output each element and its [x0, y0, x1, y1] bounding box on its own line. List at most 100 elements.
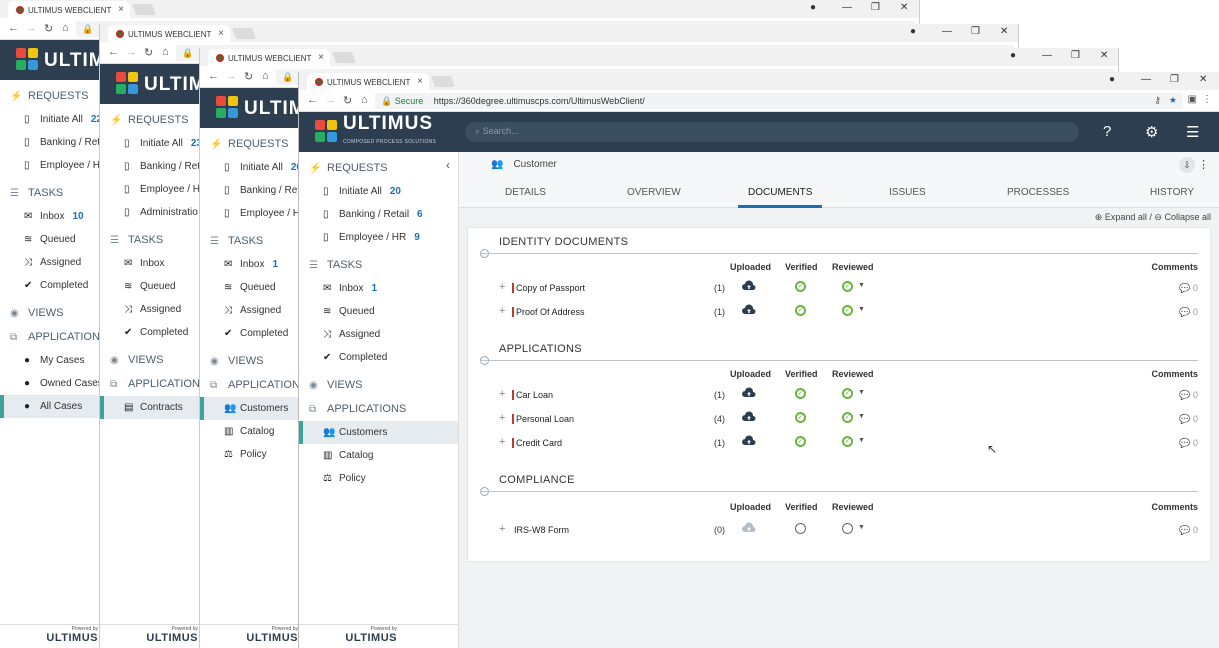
home-icon[interactable]: ⌂ — [361, 94, 368, 106]
profile-icon[interactable]: ● — [910, 26, 916, 37]
restore-icon[interactable]: ❐ — [1071, 50, 1080, 61]
chevron-down-icon[interactable]: ▼ — [858, 524, 865, 531]
close-window-icon[interactable]: ✕ — [1199, 74, 1207, 85]
comments-count[interactable]: 💬 0 — [1179, 414, 1198, 425]
collapse-sidebar-icon[interactable]: ‹ — [437, 154, 459, 176]
close-window-icon[interactable]: ✕ — [900, 2, 908, 13]
reload-icon[interactable]: ↻ — [343, 94, 352, 107]
expand-row-icon[interactable]: + — [499, 436, 505, 448]
close-tab-icon[interactable]: × — [318, 52, 324, 63]
chevron-down-icon[interactable]: ▼ — [858, 413, 865, 420]
home-icon[interactable]: ⌂ — [62, 22, 69, 34]
not-verified-circle-icon[interactable] — [795, 523, 806, 534]
restore-icon[interactable]: ❐ — [1170, 74, 1179, 85]
cloud-upload-icon[interactable] — [742, 522, 756, 534]
close-tab-icon[interactable]: × — [417, 76, 423, 87]
expand-row-icon[interactable]: + — [499, 305, 505, 317]
reviewed-check-icon[interactable]: ✓ — [842, 388, 853, 399]
reviewed-check-icon[interactable]: ✓ — [842, 281, 853, 292]
comments-count[interactable]: 💬 0 — [1179, 283, 1198, 294]
document-row[interactable]: + Personal Loan (4) ✓ ✓ ▼ 💬 0 — [480, 409, 1198, 433]
bookmark-star-icon[interactable]: ★ — [1169, 95, 1177, 106]
search-input[interactable]: ⌕ Search... — [465, 122, 1079, 142]
chevron-down-icon[interactable]: ▼ — [858, 437, 865, 444]
sidebar-item-completed[interactable]: ✔ Completed — [299, 346, 458, 369]
new-tab-button[interactable] — [231, 28, 257, 39]
kebab-menu-icon[interactable]: ⋮ — [1202, 94, 1212, 105]
verified-check-icon[interactable]: ✓ — [795, 436, 806, 447]
sidebar-item-banking-retail[interactable]: ▯ Banking / Retail 6 — [299, 203, 458, 226]
restore-icon[interactable]: ❐ — [871, 2, 880, 13]
verified-check-icon[interactable]: ✓ — [795, 388, 806, 399]
new-tab-button[interactable] — [430, 76, 456, 87]
chevron-down-icon[interactable]: ▼ — [858, 306, 865, 313]
browser-tab[interactable]: ULTIMUS WEBCLIENT × — [208, 49, 330, 66]
help-icon[interactable]: ? — [1103, 123, 1111, 140]
reviewed-check-icon[interactable]: ✓ — [842, 412, 853, 423]
reload-icon[interactable]: ↻ — [44, 22, 53, 35]
verified-check-icon[interactable]: ✓ — [795, 412, 806, 423]
verified-check-icon[interactable]: ✓ — [795, 305, 806, 316]
comments-count[interactable]: 💬 0 — [1179, 390, 1198, 401]
home-icon[interactable]: ⌂ — [162, 46, 169, 58]
sidebar-item-policy[interactable]: ⚖ Policy — [299, 467, 458, 490]
extension-icon[interactable]: ▣ — [1188, 94, 1197, 105]
forward-icon[interactable]: → — [126, 46, 137, 58]
more-vertical-icon[interactable]: ⋮ — [1198, 158, 1209, 171]
close-window-icon[interactable]: ✕ — [1100, 50, 1108, 61]
comments-count[interactable]: 💬 0 — [1179, 307, 1198, 318]
cloud-upload-icon[interactable] — [742, 304, 756, 316]
download-icon[interactable]: ⇩ — [1179, 157, 1195, 173]
tab-details[interactable]: DETAILS — [505, 187, 546, 198]
document-row[interactable]: + Car Loan (1) ✓ ✓ ▼ 💬 0 — [480, 385, 1198, 409]
chevron-down-icon[interactable]: ▼ — [858, 282, 865, 289]
home-icon[interactable]: ⌂ — [262, 70, 269, 82]
cloud-upload-icon[interactable] — [742, 387, 756, 399]
tab-history[interactable]: HISTORY — [1150, 187, 1194, 198]
browser-tab[interactable]: ULTIMUS WEBCLIENT × — [108, 25, 230, 42]
close-window-icon[interactable]: ✕ — [1000, 26, 1008, 37]
address-field[interactable]: 🔒 Secure https://360degree.ultimuscps.co… — [375, 93, 1183, 109]
sidebar-item-employee-hr[interactable]: ▯ Employee / HR 9 — [299, 226, 458, 249]
sidebar-item-catalog[interactable]: ▥ Catalog — [299, 444, 458, 467]
back-icon[interactable]: ← — [307, 94, 318, 106]
minimize-icon[interactable]: — — [842, 2, 852, 13]
tab-processes[interactable]: PROCESSES — [1007, 187, 1069, 198]
close-tab-icon[interactable]: × — [218, 28, 224, 39]
reviewed-check-icon[interactable]: ✓ — [842, 305, 853, 316]
back-icon[interactable]: ← — [8, 22, 19, 34]
cloud-upload-icon[interactable] — [742, 411, 756, 423]
document-row[interactable]: + Copy of Passport (1) ✓ ✓ ▼ 💬 0 — [480, 278, 1198, 302]
new-tab-button[interactable] — [331, 52, 357, 63]
close-tab-icon[interactable]: × — [118, 4, 124, 15]
forward-icon[interactable]: → — [226, 70, 237, 82]
cloud-upload-icon[interactable] — [742, 435, 756, 447]
restore-icon[interactable]: ❐ — [971, 26, 980, 37]
back-icon[interactable]: ← — [208, 70, 219, 82]
sidebar-item-assigned[interactable]: ⤨ Assigned — [299, 323, 458, 346]
browser-tab[interactable]: ULTIMUS WEBCLIENT × — [8, 1, 130, 18]
browser-tab[interactable]: ULTIMUS WEBCLIENT × — [307, 73, 429, 90]
sidebar-item-inbox[interactable]: ✉ Inbox 1 — [299, 277, 458, 300]
tab-issues[interactable]: ISSUES — [889, 187, 926, 198]
minimize-icon[interactable]: — — [942, 26, 952, 37]
minimize-icon[interactable]: — — [1042, 50, 1052, 61]
expand-all-link[interactable]: Expand all — [1105, 212, 1147, 222]
back-icon[interactable]: ← — [108, 46, 119, 58]
comments-count[interactable]: 💬 0 — [1179, 525, 1198, 536]
document-row[interactable]: + Proof Of Address (1) ✓ ✓ ▼ 💬 0 — [480, 302, 1198, 326]
comments-count[interactable]: 💬 0 — [1179, 438, 1198, 449]
gear-icon[interactable]: ⚙ — [1145, 123, 1158, 141]
expand-row-icon[interactable]: + — [499, 388, 505, 400]
verified-check-icon[interactable]: ✓ — [795, 281, 806, 292]
new-tab-button[interactable] — [131, 4, 157, 15]
forward-icon[interactable]: → — [26, 22, 37, 34]
profile-icon[interactable]: ● — [810, 2, 816, 13]
key-icon[interactable]: ⚷ — [1154, 95, 1161, 106]
reload-icon[interactable]: ↻ — [144, 46, 153, 59]
reload-icon[interactable]: ↻ — [244, 70, 253, 83]
document-row[interactable]: + Credit Card (1) ✓ ✓ ▼ 💬 0 — [480, 433, 1198, 457]
tab-documents[interactable]: DOCUMENTS — [737, 187, 823, 208]
cloud-upload-icon[interactable] — [742, 280, 756, 292]
document-row[interactable]: + IRS-W8 Form (0) ▼ 💬 0 — [480, 520, 1198, 544]
